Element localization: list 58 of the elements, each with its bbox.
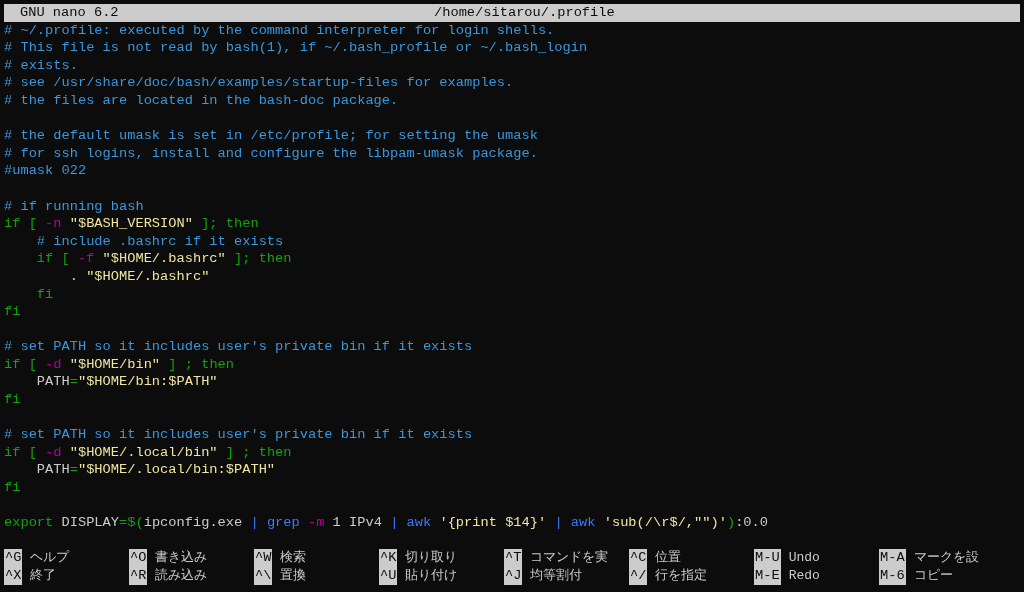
app-version: GNU nano 6.2	[20, 4, 119, 22]
code-line: # the default umask is set in /etc/profile; for setting the umask	[4, 128, 538, 144]
code-line: PATH="$HOME/bin:$PATH"	[35, 374, 218, 390]
code-line: # see /usr/share/doc/bash/examples/startup-files for examples.	[4, 75, 514, 91]
shortcut-key: ^\	[254, 567, 273, 585]
shortcut-label: 読み込み	[155, 567, 208, 585]
shortcut-key: ^R	[129, 567, 148, 585]
shortcut-label: マークを設	[913, 549, 979, 567]
shortcut-key: ^J	[504, 567, 523, 585]
shortcut-key: ^C	[629, 549, 648, 567]
shortcut-label: Redo	[788, 567, 820, 585]
code-line: # set PATH so it includes user's private bin if it exists	[4, 427, 473, 443]
shortcut-key: M-A	[879, 549, 906, 567]
code-line: if [ -f "$HOME/.bashrc" ]; then	[35, 251, 292, 267]
shortcut-label: Undo	[788, 549, 820, 567]
shortcut-label: 均等割付	[530, 567, 583, 585]
code-line: fi	[4, 392, 21, 408]
code-line: # for ssh logins, install and configure the libpam-umask package.	[4, 145, 538, 161]
shortcut-label: コピー	[913, 567, 953, 585]
shortcut-label: 検索	[280, 549, 307, 567]
code-line: # the files are located in the bash-doc package.	[4, 92, 399, 108]
shortcut-label: 貼り付け	[405, 567, 458, 585]
shortcut-label: 切り取り	[405, 549, 458, 567]
code-line: if [ -d "$HOME/bin" ] ; then	[4, 356, 235, 372]
shortcut-key: M-U	[754, 549, 781, 567]
code-line: #umask 022	[4, 163, 87, 179]
code-line: # This file is not read by bash(1), if ~/.bash_profile or ~/.bash_login	[4, 40, 588, 56]
shortcut-label: 置換	[280, 567, 307, 585]
code-line: export DISPLAY=$(ipconfig.exe | grep -m 1 IPv4 | awk '{print $14}' | awk 'sub(/\r$/,"")'):0.0	[4, 515, 768, 531]
shortcut-key: ^U	[379, 567, 398, 585]
code-line: fi	[4, 480, 21, 496]
code-line: . "$HOME/.bashrc"	[68, 268, 210, 284]
code-line: # exists.	[4, 57, 78, 73]
shortcut-key: ^K	[379, 549, 398, 567]
shortcut-label: 行を指定	[655, 567, 708, 585]
shortcut-label: ヘルプ	[30, 549, 70, 567]
code-line: # if running bash	[4, 198, 144, 214]
shortcut-key: ^G	[4, 549, 23, 567]
shortcut-label: 位置	[655, 549, 682, 567]
shortcut-label: 書き込み	[155, 549, 208, 567]
code-line: if [ -d "$HOME/.local/bin" ] ; then	[4, 444, 292, 460]
shortcut-label: 終了	[30, 567, 57, 585]
shortcut-key: ^W	[254, 549, 273, 567]
code-line: if [ -n "$BASH_VERSION" ]; then	[4, 216, 259, 232]
code-line: fi	[35, 286, 54, 302]
shortcut-label: コマンドを実	[530, 549, 609, 567]
code-line: # include .bashrc if it exists	[35, 233, 284, 249]
code-line: fi	[4, 304, 21, 320]
code-line: # set PATH so it includes user's private bin if it exists	[4, 339, 473, 355]
code-line: # ~/.profile: executed by the command interpreter for login shells.	[4, 22, 555, 38]
shortcut-key: ^/	[629, 567, 648, 585]
shortcut-key: M-6	[879, 567, 906, 585]
shortcut-key: ^O	[129, 549, 148, 567]
shortcut-key: ^T	[504, 549, 523, 567]
code-line: PATH="$HOME/.local/bin:$PATH"	[35, 462, 276, 478]
file-path: /home/sitarou/.profile	[434, 4, 615, 22]
shortcut-key: ^X	[4, 567, 23, 585]
shortcut-key: M-E	[754, 567, 781, 585]
